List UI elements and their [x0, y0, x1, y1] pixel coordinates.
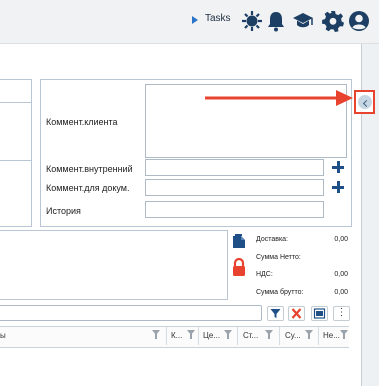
- annotation-arrow: [205, 90, 353, 106]
- column-separator: [318, 327, 319, 345]
- divider: [0, 102, 31, 103]
- internal-comment-label: Коммент.внутренний: [46, 164, 133, 174]
- column-filter-icon[interactable]: [187, 330, 195, 339]
- doc-comment-field[interactable]: [145, 179, 324, 196]
- column-header-3[interactable]: Це...: [203, 331, 220, 340]
- grid-search-input[interactable]: [0, 305, 262, 321]
- collapse-panel-button[interactable]: [354, 90, 375, 114]
- column-filter-icon[interactable]: [305, 330, 313, 339]
- vat-value: 0,00: [334, 271, 348, 278]
- export-button[interactable]: [311, 306, 328, 321]
- chevron-left-icon: [358, 95, 372, 109]
- doc-comment-label: Коммент.для докум.: [46, 183, 130, 193]
- column-separator: [279, 327, 280, 345]
- column-filter-icon[interactable]: [265, 330, 273, 339]
- top-bar: Tasks: [0, 0, 379, 44]
- lock-icon[interactable]: [232, 257, 246, 276]
- graduation-cap-icon[interactable]: [292, 10, 314, 32]
- column-separator: [237, 327, 238, 345]
- divider: [0, 160, 31, 161]
- user-icon[interactable]: [348, 10, 370, 32]
- column-header-5[interactable]: Су...: [285, 331, 301, 340]
- clear-filter-button[interactable]: [288, 306, 305, 321]
- document-icon[interactable]: [233, 234, 245, 248]
- gross-sum-value: 0,00: [334, 289, 348, 296]
- column-header-4[interactable]: Ст...: [243, 331, 258, 340]
- bell-icon[interactable]: [265, 10, 287, 32]
- tasks-link[interactable]: Tasks: [205, 13, 231, 24]
- column-separator: [198, 327, 199, 345]
- net-sum-label: Сумма Нетто:: [256, 254, 301, 261]
- column-header-2[interactable]: К...: [171, 331, 182, 340]
- column-filter-icon[interactable]: [152, 330, 160, 339]
- gear-icon[interactable]: [322, 10, 344, 32]
- column-filter-icon[interactable]: [224, 330, 232, 339]
- delivery-value: 0,00: [334, 236, 348, 243]
- gross-sum-label: Сумма брутто:: [256, 289, 304, 296]
- filter-button[interactable]: [267, 306, 284, 321]
- more-options-button[interactable]: ⋮: [333, 306, 350, 321]
- client-comment-label: Коммент.клиента: [46, 117, 118, 127]
- column-header-1[interactable]: ы: [0, 331, 6, 340]
- history-field[interactable]: [145, 201, 324, 218]
- delivery-label: Доставка:: [256, 236, 289, 243]
- history-label: История: [46, 206, 81, 216]
- tasks-caret-icon[interactable]: [192, 16, 198, 24]
- vat-label: НДС:: [256, 271, 273, 278]
- add-internal-comment-button[interactable]: [332, 161, 344, 173]
- left-info-panel: [0, 79, 32, 227]
- settings-sun-icon[interactable]: [241, 10, 263, 32]
- column-separator: [166, 327, 167, 345]
- internal-comment-field[interactable]: [145, 159, 324, 176]
- column-header-6[interactable]: Не...: [323, 331, 340, 340]
- add-doc-comment-button[interactable]: [332, 181, 344, 193]
- notes-area[interactable]: [0, 230, 228, 300]
- column-filter-icon[interactable]: [340, 330, 348, 339]
